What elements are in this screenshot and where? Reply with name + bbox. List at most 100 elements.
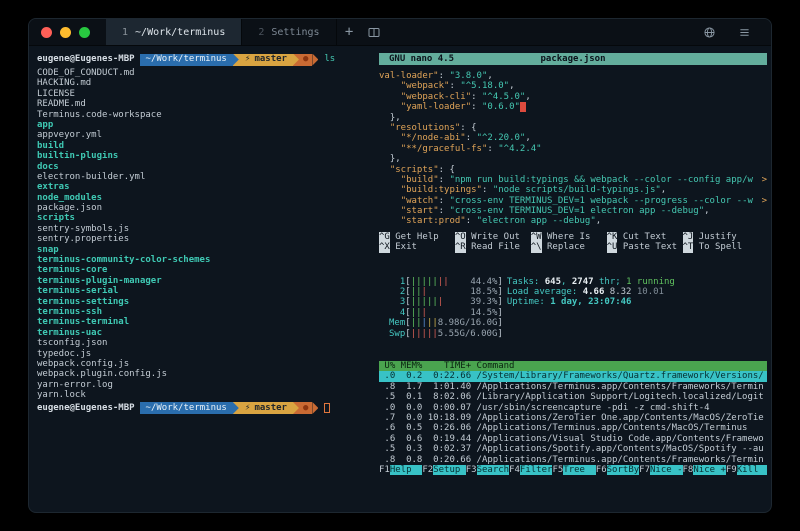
- split-pane-icon[interactable]: [362, 19, 387, 45]
- nano-titlebar: GNU nano 4.5 package.json: [379, 53, 767, 65]
- nano-line: "*/node-abi": "^2.20.0",: [379, 133, 767, 143]
- branch-icon: ⚡: [245, 54, 251, 64]
- htop-function-key-bar: F1Help F2Setup F3SearchF4FilterF5Tree F6…: [379, 465, 767, 475]
- prompt-git-segment: ⚡master: [239, 402, 293, 414]
- file-entry: tsconfig.json: [37, 338, 369, 348]
- file-entry: node_modules: [37, 193, 369, 203]
- process-row: .5 0.3 0:02.37 /Applications/Spotify.app…: [379, 444, 767, 454]
- nano-line: "webpack": "^5.18.0",: [379, 81, 767, 91]
- nano-line: "build:typings": "node scripts/build-typ…: [379, 185, 767, 195]
- file-entry: terminus-uac: [37, 328, 369, 338]
- prompt-dirty-segment: ●: [299, 54, 312, 66]
- titlebar-drag-area: [387, 19, 697, 45]
- meter-line: 4[||| 14.5%]: [389, 308, 503, 318]
- nano-buffer: val-loader": "3.8.0", "webpack": "^5.18.…: [379, 71, 767, 227]
- file-entry: terminus-serial: [37, 286, 369, 296]
- process-row: U% MEM% TIME+ Command: [379, 361, 767, 371]
- prompt-dirty-segment: ●: [299, 402, 312, 414]
- tab-index: 2: [258, 27, 264, 38]
- typed-command: ls: [318, 54, 335, 64]
- nano-line: "webpack-cli": "^4.5.0",: [379, 92, 767, 102]
- file-entry: electron-builder.yml: [37, 172, 369, 182]
- process-row: .8 0.8 0:20.66 /Applications/Terminus.ap…: [379, 455, 767, 465]
- file-entry: snap: [37, 245, 369, 255]
- function-key-row: F1Help F2Setup F3SearchF4FilterF5Tree F6…: [379, 465, 767, 475]
- terminal-pane-htop[interactable]: 1[||||||| 44.4%] 2[||| 18.5%] 3[|||||| 3…: [379, 277, 767, 476]
- file-entry: terminus-core: [37, 265, 369, 275]
- file-entry: terminus-plugin-manager: [37, 276, 369, 286]
- nano-shortcut-bar: ^G Get Help ^O Write Out ^W Where Is ^K …: [379, 232, 767, 253]
- nano-line: "yaml-loader": "0.6.0": [379, 102, 767, 112]
- menu-icon[interactable]: [732, 27, 757, 38]
- titlebar: 1 ~/Work/terminus 2 Settings +: [29, 19, 771, 46]
- file-entry: CODE_OF_CONDUCT.md: [37, 68, 369, 78]
- file-listing: CODE_OF_CONDUCT.mdHACKING.mdLICENSEREADM…: [37, 68, 369, 401]
- file-entry: sentry.properties: [37, 234, 369, 244]
- nano-line: val-loader": "3.8.0",: [379, 71, 767, 81]
- nano-line: },: [379, 154, 767, 164]
- nano-shortcut-row: ^G Get Help ^O Write Out ^W Where Is ^K …: [379, 232, 767, 242]
- terminal-pane-shell[interactable]: eugene@Eugenes-MBP~/Work/terminus⚡master…: [37, 53, 369, 513]
- stat-line: Tasks: 645, 2747 thr; 1 running: [507, 277, 675, 287]
- file-entry: extras: [37, 182, 369, 192]
- terminal-cursor: [324, 403, 330, 413]
- prompt-user: eugene@Eugenes-MBP: [37, 403, 140, 413]
- shell-prompt-line: eugene@Eugenes-MBP~/Work/terminus ⚡master…: [37, 53, 369, 66]
- dirty-dot-icon: ●: [303, 54, 308, 64]
- meter-line: 1[||||||| 44.4%]: [389, 277, 503, 287]
- shell-prompt-line: eugene@Eugenes-MBP~/Work/terminus⚡master…: [37, 402, 369, 415]
- dirty-dot-icon: ●: [303, 403, 308, 413]
- zoom-window-button[interactable]: [79, 27, 90, 38]
- file-entry: package.json: [37, 203, 369, 213]
- file-entry: yarn.lock: [37, 390, 369, 400]
- tab-label: ~/Work/terminus: [135, 27, 225, 38]
- meter-line: 2[||| 18.5%]: [389, 287, 503, 297]
- file-entry: docs: [37, 162, 369, 172]
- file-entry: terminus-settings: [37, 297, 369, 307]
- file-entry: sentry-symbols.js: [37, 224, 369, 234]
- nano-line: "watch": "cross-env TERMINUS_DEV=1 webpa…: [379, 196, 767, 206]
- nano-line: "**/graceful-fs": "^4.2.4": [379, 144, 767, 154]
- meter-line: Swp[|||||5.55G/6.00G]: [389, 329, 503, 339]
- globe-icon[interactable]: [697, 27, 722, 38]
- file-entry: scripts: [37, 213, 369, 223]
- nano-filename: package.json: [529, 54, 617, 64]
- file-entry: terminus-community-color-schemes: [37, 255, 369, 265]
- process-row: .6 0.5 0:26.06 /Applications/Terminus.ap…: [379, 423, 767, 433]
- nano-line: "start": "cross-env TERMINUS_DEV=1 elect…: [379, 206, 767, 216]
- file-entry: LICENSE: [37, 89, 369, 99]
- file-entry: README.md: [37, 99, 369, 109]
- tab-strip: 1 ~/Work/terminus 2 Settings: [106, 19, 337, 45]
- prompt-path-segment: ~/Work/terminus: [140, 54, 233, 66]
- prompt-git-segment: ⚡master: [239, 54, 293, 66]
- file-entry: HACKING.md: [37, 78, 369, 88]
- powerline-arrow: [312, 402, 318, 414]
- file-entry: webpack.plugin.config.js: [37, 369, 369, 379]
- nano-line: "start:prod": "electron app --debug",: [379, 216, 767, 226]
- nano-line: "build": "npm run build:typings && webpa…: [379, 175, 767, 185]
- process-row: .6 0.6 0:19.44 /Applications/Visual Stud…: [379, 434, 767, 444]
- file-entry: terminus-ssh: [37, 307, 369, 317]
- terminal-pane-nano[interactable]: GNU nano 4.5 package.json val-loader": "…: [379, 53, 767, 253]
- meter-line: Mem[|||||8.98G/16.0G]: [389, 318, 503, 328]
- process-row: .0 0.0 0:00.07 /usr/sbin/screencapture -…: [379, 403, 767, 413]
- nano-version: GNU nano 4.5: [379, 54, 529, 64]
- terminal-window: 1 ~/Work/terminus 2 Settings + e: [28, 18, 772, 513]
- system-stats: Tasks: 645, 2747 thr; 1 runningLoad aver…: [507, 277, 675, 339]
- file-entry: webpack.config.js: [37, 359, 369, 369]
- file-entry: typedoc.js: [37, 349, 369, 359]
- minimize-window-button[interactable]: [60, 27, 71, 38]
- tab-terminal[interactable]: 1 ~/Work/terminus: [106, 19, 242, 45]
- prompt-user: eugene@Eugenes-MBP: [37, 54, 140, 64]
- nano-line: "scripts": {: [379, 165, 767, 175]
- stat-line: Uptime: 1 day, 23:07:46: [507, 297, 675, 307]
- close-window-button[interactable]: [41, 27, 52, 38]
- traffic-lights: [29, 19, 106, 45]
- tab-index: 1: [122, 27, 128, 38]
- new-tab-button[interactable]: +: [337, 19, 362, 45]
- tab-label: Settings: [271, 27, 319, 38]
- branch-icon: ⚡: [245, 403, 251, 413]
- process-row: .8 1.7 1:01.40 /Applications/Terminus.ap…: [379, 382, 767, 392]
- tab-settings[interactable]: 2 Settings: [242, 19, 336, 45]
- file-entry: terminus-terminal: [37, 317, 369, 327]
